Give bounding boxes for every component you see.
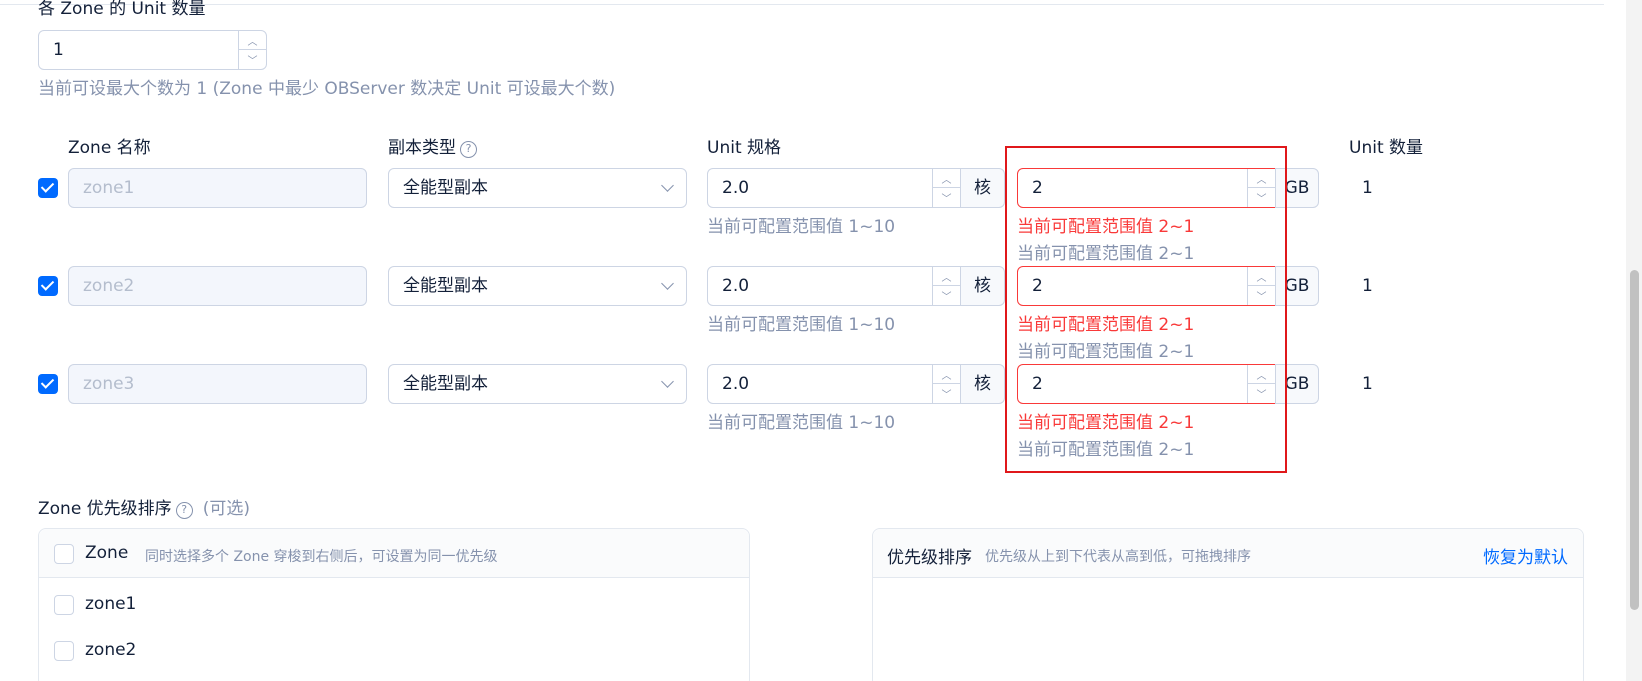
- zone2-unit-count: 1: [1362, 276, 1373, 296]
- unit-count-value: 1: [53, 40, 64, 60]
- zone3-unit-count: 1: [1362, 374, 1373, 394]
- priority-target-panel: 优先级排序 优先级从上到下代表从高到低，可拖拽排序 恢复为默认: [872, 528, 1584, 681]
- unit-count-input[interactable]: 1 ︿ ﹀: [38, 30, 267, 70]
- zone2-replica-value: 全能型副本: [403, 276, 488, 296]
- priority-title-label: Zone 优先级排序: [38, 499, 172, 519]
- zone1-cpu-range-help: 当前可配置范围值 1~10: [707, 217, 896, 237]
- select-all-checkbox[interactable]: [54, 544, 74, 564]
- zone-source-title: Zone: [85, 543, 129, 563]
- zone1-cpu-input[interactable]: 2.0 ︿ ﹀: [707, 168, 961, 208]
- question-icon[interactable]: ?: [175, 502, 193, 519]
- priority-target-hint: 优先级从上到下代表从高到低，可拖拽排序: [985, 549, 1251, 565]
- priority-target-title: 优先级排序: [887, 548, 972, 568]
- header-unit-count: Unit 数量: [1349, 138, 1424, 158]
- zone2-cpu-stepper[interactable]: ︿ ﹀: [932, 267, 960, 305]
- scrollbar-thumb[interactable]: [1630, 270, 1639, 610]
- chevron-down-icon[interactable]: ﹀: [933, 286, 960, 305]
- zone2-cpu-range-help: 当前可配置范围值 1~10: [707, 315, 896, 335]
- core-unit-label: 核: [960, 364, 1005, 404]
- zone3-replica-value: 全能型副本: [403, 374, 488, 394]
- zone1-unit-count: 1: [1362, 178, 1373, 198]
- priority-optional: (可选): [202, 499, 250, 519]
- chevron-down-icon[interactable]: ﹀: [933, 188, 960, 207]
- chevron-up-icon[interactable]: ︿: [933, 365, 960, 384]
- zone1-name-field: zone1: [68, 168, 367, 208]
- page-scrollbar[interactable]: [1626, 0, 1642, 681]
- zone3-replica-select[interactable]: 全能型副本: [388, 364, 687, 404]
- zone3-cpu-range-help: 当前可配置范围值 1~10: [707, 413, 896, 433]
- unit-count-help: 当前可设最大个数为 1 (Zone 中最少 OBServer 数决定 Unit …: [38, 79, 616, 99]
- unit-count-section-title: 各 Zone 的 Unit 数量: [38, 0, 206, 19]
- chevron-down-icon[interactable]: ﹀: [933, 384, 960, 403]
- zone2-cpu-input[interactable]: 2.0 ︿ ﹀: [707, 266, 961, 306]
- priority-title: Zone 优先级排序? (可选): [38, 494, 250, 519]
- chevron-down-icon: [661, 375, 674, 388]
- chevron-down-icon: [661, 277, 674, 290]
- zone2-name-field: zone2: [68, 266, 367, 306]
- zone2-replica-select[interactable]: 全能型副本: [388, 266, 687, 306]
- zone1-replica-select[interactable]: 全能型副本: [388, 168, 687, 208]
- top-divider: [0, 4, 1604, 5]
- zone1-replica-value: 全能型副本: [403, 178, 488, 198]
- zone1-cpu-value: 2.0: [722, 178, 750, 198]
- zone2-checkbox[interactable]: [38, 276, 58, 296]
- zone-source-panel-header: Zone 同时选择多个 Zone 穿梭到右侧后，可设置为同一优先级: [39, 529, 749, 578]
- core-unit-label: 核: [960, 168, 1005, 208]
- zone2-source-checkbox[interactable]: [54, 641, 74, 661]
- priority-target-panel-header: 优先级排序 优先级从上到下代表从高到低，可拖拽排序 恢复为默认: [873, 529, 1583, 578]
- chevron-up-icon[interactable]: ︿: [239, 31, 266, 50]
- chevron-down-icon[interactable]: ﹀: [239, 50, 266, 69]
- zone3-name-field: zone3: [68, 364, 367, 404]
- unit-count-stepper[interactable]: ︿ ﹀: [238, 31, 266, 69]
- chevron-up-icon[interactable]: ︿: [933, 267, 960, 286]
- zone-source-item[interactable]: zone1: [85, 594, 136, 614]
- zone3-checkbox[interactable]: [38, 374, 58, 394]
- zone-source-panel: Zone 同时选择多个 Zone 穿梭到右侧后，可设置为同一优先级 zone1 …: [38, 528, 750, 681]
- zone1-checkbox[interactable]: [38, 178, 58, 198]
- header-unit-spec: Unit 规格: [707, 138, 782, 158]
- zone3-cpu-input[interactable]: 2.0 ︿ ﹀: [707, 364, 961, 404]
- zone2-cpu-value: 2.0: [722, 276, 750, 296]
- highlight-annotation-box: [1005, 146, 1287, 473]
- header-zone-name: Zone 名称: [68, 138, 151, 158]
- zone3-cpu-stepper[interactable]: ︿ ﹀: [932, 365, 960, 403]
- zone1-source-checkbox[interactable]: [54, 595, 74, 615]
- reset-default-link[interactable]: 恢复为默认: [1483, 543, 1568, 568]
- header-replica-type: 副本类型?: [388, 133, 477, 158]
- zone3-cpu-value: 2.0: [722, 374, 750, 394]
- zone-source-item[interactable]: zone2: [85, 640, 136, 660]
- chevron-down-icon: [661, 179, 674, 192]
- zone1-cpu-stepper[interactable]: ︿ ﹀: [932, 169, 960, 207]
- zone-source-hint: 同时选择多个 Zone 穿梭到右侧后，可设置为同一优先级: [145, 549, 498, 565]
- chevron-up-icon[interactable]: ︿: [933, 169, 960, 188]
- header-replica-type-label: 副本类型: [388, 138, 456, 158]
- core-unit-label: 核: [960, 266, 1005, 306]
- question-icon[interactable]: ?: [460, 141, 477, 158]
